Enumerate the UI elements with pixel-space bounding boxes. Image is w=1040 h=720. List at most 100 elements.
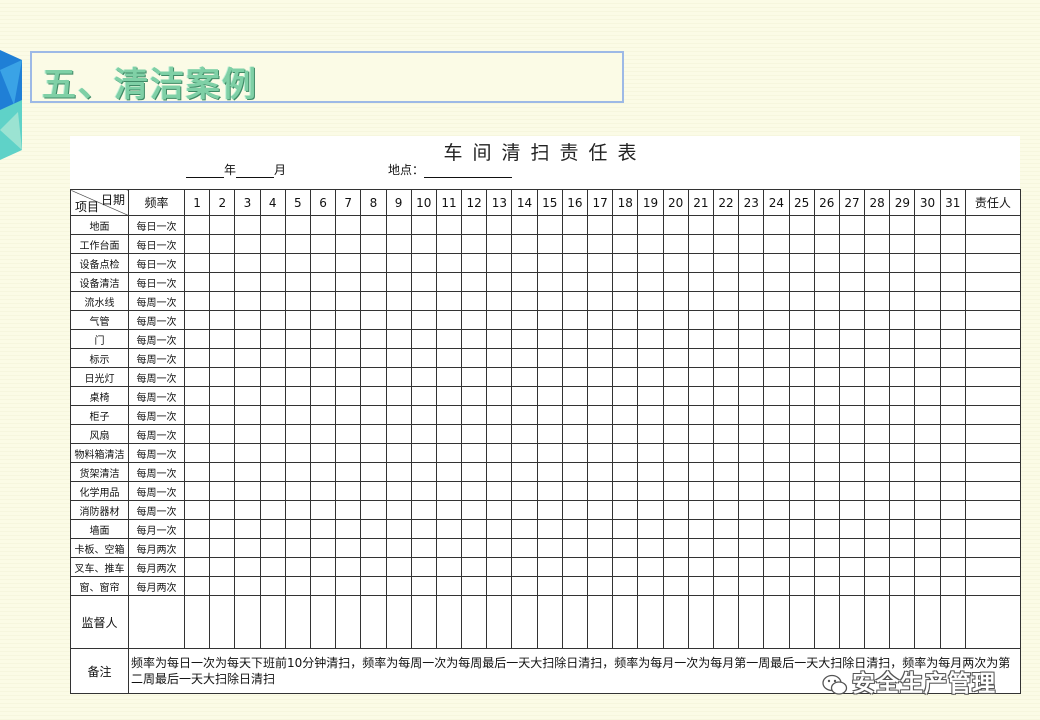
check-cell[interactable]	[813, 481, 840, 501]
check-cell[interactable]	[939, 500, 966, 520]
check-cell[interactable]	[435, 557, 463, 577]
check-cell[interactable]	[612, 576, 639, 596]
check-cell[interactable]	[813, 234, 840, 254]
check-cell[interactable]	[687, 386, 714, 406]
check-cell[interactable]	[234, 348, 261, 368]
check-cell[interactable]	[309, 329, 337, 349]
check-cell[interactable]	[738, 500, 765, 520]
check-cell[interactable]	[838, 215, 866, 235]
check-cell[interactable]	[209, 443, 236, 463]
supervisor-cell[interactable]	[586, 595, 614, 649]
check-cell[interactable]	[738, 481, 765, 501]
check-cell[interactable]	[309, 481, 337, 501]
check-cell[interactable]	[536, 481, 563, 501]
check-cell[interactable]	[838, 557, 866, 577]
check-cell[interactable]	[939, 424, 966, 444]
check-cell[interactable]	[561, 424, 589, 444]
check-cell[interactable]	[410, 215, 437, 235]
check-cell[interactable]	[183, 253, 211, 273]
check-cell[interactable]	[662, 234, 689, 254]
responsible-cell[interactable]	[964, 424, 1022, 444]
check-cell[interactable]	[838, 329, 866, 349]
check-cell[interactable]	[763, 291, 790, 311]
check-cell[interactable]	[209, 386, 236, 406]
check-cell[interactable]	[763, 576, 790, 596]
check-cell[interactable]	[209, 405, 236, 425]
check-cell[interactable]	[612, 253, 639, 273]
check-cell[interactable]	[360, 215, 387, 235]
check-cell[interactable]	[536, 386, 563, 406]
check-cell[interactable]	[309, 272, 337, 292]
check-cell[interactable]	[838, 310, 866, 330]
check-cell[interactable]	[209, 272, 236, 292]
check-cell[interactable]	[234, 481, 261, 501]
check-cell[interactable]	[939, 215, 966, 235]
check-cell[interactable]	[662, 557, 689, 577]
check-cell[interactable]	[461, 291, 488, 311]
check-cell[interactable]	[335, 519, 362, 539]
check-cell[interactable]	[309, 215, 337, 235]
responsible-cell[interactable]	[964, 519, 1022, 539]
check-cell[interactable]	[561, 481, 589, 501]
check-cell[interactable]	[234, 291, 261, 311]
check-cell[interactable]	[335, 386, 362, 406]
check-cell[interactable]	[889, 462, 916, 482]
check-cell[interactable]	[284, 557, 311, 577]
check-cell[interactable]	[335, 538, 362, 558]
check-cell[interactable]	[486, 310, 513, 330]
check-cell[interactable]	[738, 405, 765, 425]
check-cell[interactable]	[788, 291, 815, 311]
check-cell[interactable]	[511, 519, 538, 539]
check-cell[interactable]	[435, 576, 463, 596]
check-cell[interactable]	[864, 576, 891, 596]
check-cell[interactable]	[435, 424, 463, 444]
check-cell[interactable]	[360, 405, 387, 425]
responsible-cell[interactable]	[964, 348, 1022, 368]
responsible-cell[interactable]	[964, 462, 1022, 482]
check-cell[interactable]	[511, 348, 538, 368]
check-cell[interactable]	[259, 367, 286, 387]
check-cell[interactable]	[561, 500, 589, 520]
check-cell[interactable]	[813, 462, 840, 482]
check-cell[interactable]	[511, 424, 538, 444]
check-cell[interactable]	[435, 329, 463, 349]
check-cell[interactable]	[738, 462, 765, 482]
check-cell[interactable]	[712, 576, 740, 596]
check-cell[interactable]	[813, 348, 840, 368]
check-cell[interactable]	[637, 538, 664, 558]
check-cell[interactable]	[385, 424, 412, 444]
check-cell[interactable]	[586, 500, 614, 520]
check-cell[interactable]	[788, 234, 815, 254]
check-cell[interactable]	[360, 424, 387, 444]
check-cell[interactable]	[536, 500, 563, 520]
check-cell[interactable]	[511, 329, 538, 349]
check-cell[interactable]	[662, 215, 689, 235]
check-cell[interactable]	[209, 462, 236, 482]
check-cell[interactable]	[838, 291, 866, 311]
check-cell[interactable]	[234, 500, 261, 520]
check-cell[interactable]	[284, 538, 311, 558]
check-cell[interactable]	[687, 291, 714, 311]
responsible-cell[interactable]	[964, 367, 1022, 387]
check-cell[interactable]	[612, 234, 639, 254]
check-cell[interactable]	[335, 215, 362, 235]
check-cell[interactable]	[259, 253, 286, 273]
check-cell[interactable]	[536, 405, 563, 425]
responsible-cell[interactable]	[964, 576, 1022, 596]
check-cell[interactable]	[209, 538, 236, 558]
check-cell[interactable]	[360, 481, 387, 501]
check-cell[interactable]	[360, 462, 387, 482]
check-cell[interactable]	[687, 272, 714, 292]
check-cell[interactable]	[738, 367, 765, 387]
check-cell[interactable]	[486, 424, 513, 444]
check-cell[interactable]	[864, 215, 891, 235]
check-cell[interactable]	[914, 348, 941, 368]
supervisor-cell[interactable]	[234, 595, 261, 649]
check-cell[interactable]	[788, 462, 815, 482]
check-cell[interactable]	[864, 481, 891, 501]
check-cell[interactable]	[209, 481, 236, 501]
supervisor-cell[interactable]	[360, 595, 387, 649]
check-cell[interactable]	[662, 253, 689, 273]
check-cell[interactable]	[234, 310, 261, 330]
check-cell[interactable]	[586, 443, 614, 463]
